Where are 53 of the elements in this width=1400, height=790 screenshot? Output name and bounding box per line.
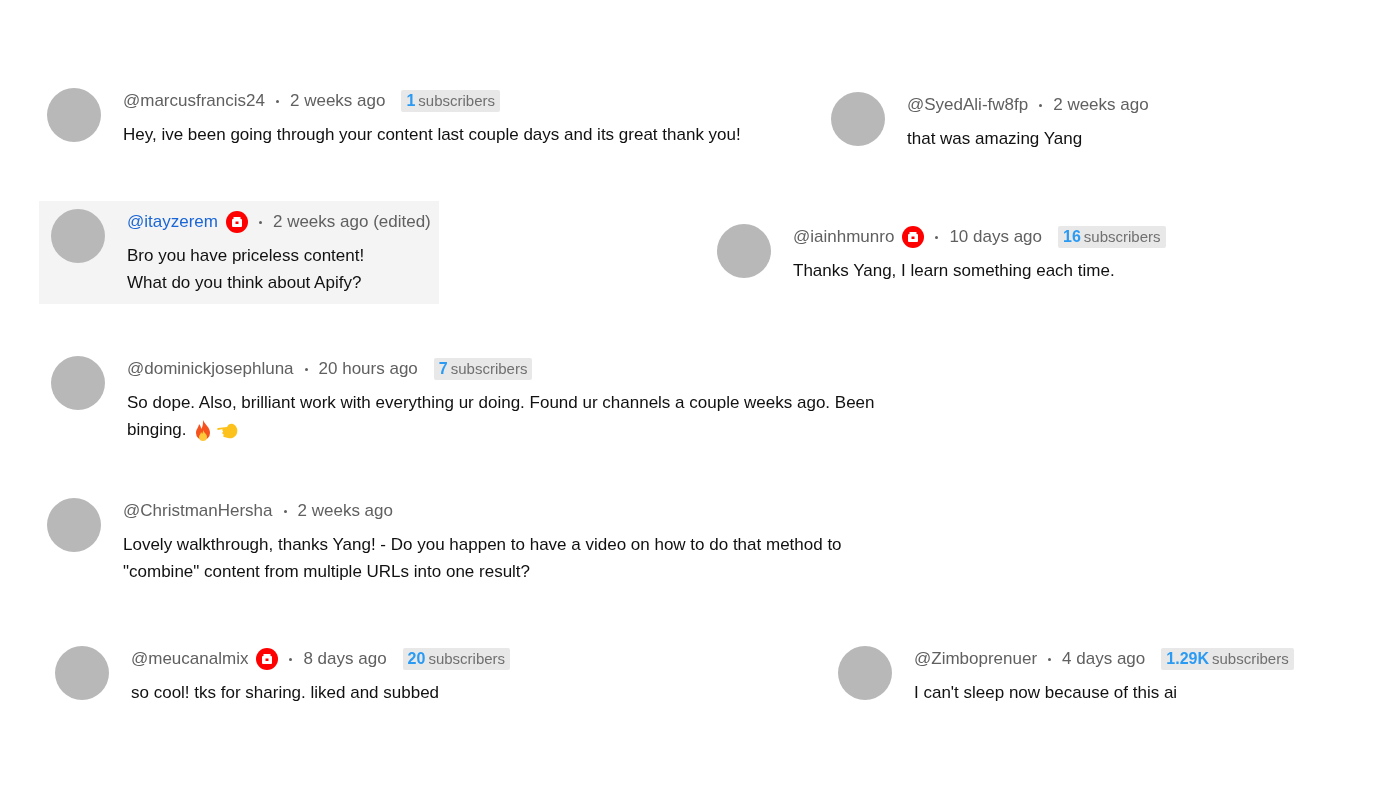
comment-author[interactable]: @Zimboprenuer [914, 649, 1038, 669]
separator-dot [289, 657, 293, 661]
subscriber-number: 7 [438, 360, 448, 378]
comment-time: 4 days ago [1062, 649, 1146, 669]
comment-text: "combine" content from multiple URLs into one result? [123, 561, 531, 583]
avatar-photo [838, 646, 892, 700]
comment-text: So dope. Also, brilliant work with everything ur doing. Found ur channels a couple weeks ago. Been [127, 392, 875, 414]
comment-text: Thanks Yang, I learn something each time. [793, 260, 1115, 282]
comment-author[interactable]: @marcusfrancis24 [123, 91, 265, 111]
subscriber-label: subscribers [418, 92, 496, 109]
avatar-photo [47, 498, 101, 552]
comment-author[interactable]: @SyedAli-fw8fp [907, 95, 1029, 115]
comment-time: 2 weeks ago [289, 91, 386, 111]
separator-dot [275, 99, 279, 103]
subscriber-label: subscribers [1212, 650, 1289, 667]
separator-dot [935, 235, 939, 239]
subscriber-label: subscribers [428, 650, 506, 667]
comment-text: Lovely walkthrough, thanks Yang! - Do you happen to have a video on how to do that method to [123, 534, 842, 556]
subscriber-number: 1 [406, 92, 416, 110]
comment-time: 2 weeks ago [297, 501, 393, 521]
comment-time: 2 weeks ago (edited) [272, 212, 431, 232]
comment-text: I can't sleep now because of this ai [914, 682, 1178, 704]
comment-text: binging. [127, 419, 187, 441]
comment-time: 8 days ago [303, 649, 387, 669]
comment-time: 2 weeks ago [1053, 95, 1149, 115]
comment-text: Bro you have priceless content! [127, 245, 365, 267]
comment-text: Hey, ive been going through your content last couple days and its great thank you! [123, 124, 741, 146]
subscriber-label: subscribers [450, 360, 528, 377]
comment-author[interactable]: @meucanalmix [131, 649, 249, 669]
separator-dot [258, 220, 262, 224]
comment-author[interactable]: @ChristmanHersha [123, 501, 273, 521]
avatar-photo [51, 356, 105, 410]
subscriber-label: subscribers [1083, 228, 1161, 245]
comment-time: 20 hours ago [318, 359, 418, 379]
comment-time: 10 days ago [949, 227, 1042, 247]
separator-dot [1039, 103, 1043, 107]
separator-dot [283, 509, 287, 513]
comment-author[interactable]: @iainhmunro [793, 227, 895, 247]
avatar-photo [717, 224, 771, 278]
separator-dot [304, 367, 308, 371]
subscriber-number: 1.29K [1166, 650, 1209, 668]
subscriber-number: 20 [407, 650, 426, 668]
subscriber-number: 16 [1063, 228, 1081, 246]
comment-author[interactable]: @itayzerem [127, 212, 218, 232]
comment-text: What do you think about Apify? [127, 272, 362, 294]
comment-author[interactable]: @dominickjosephluna [127, 359, 294, 379]
comment-text: so cool! tks for sharing. liked and subbed [131, 682, 440, 704]
avatar-photo [47, 88, 101, 142]
avatar-photo [831, 92, 885, 146]
separator-dot [1048, 657, 1052, 661]
comment-text: that was amazing Yang [907, 128, 1083, 150]
avatar-photo [51, 209, 105, 263]
avatar-photo [55, 646, 109, 700]
